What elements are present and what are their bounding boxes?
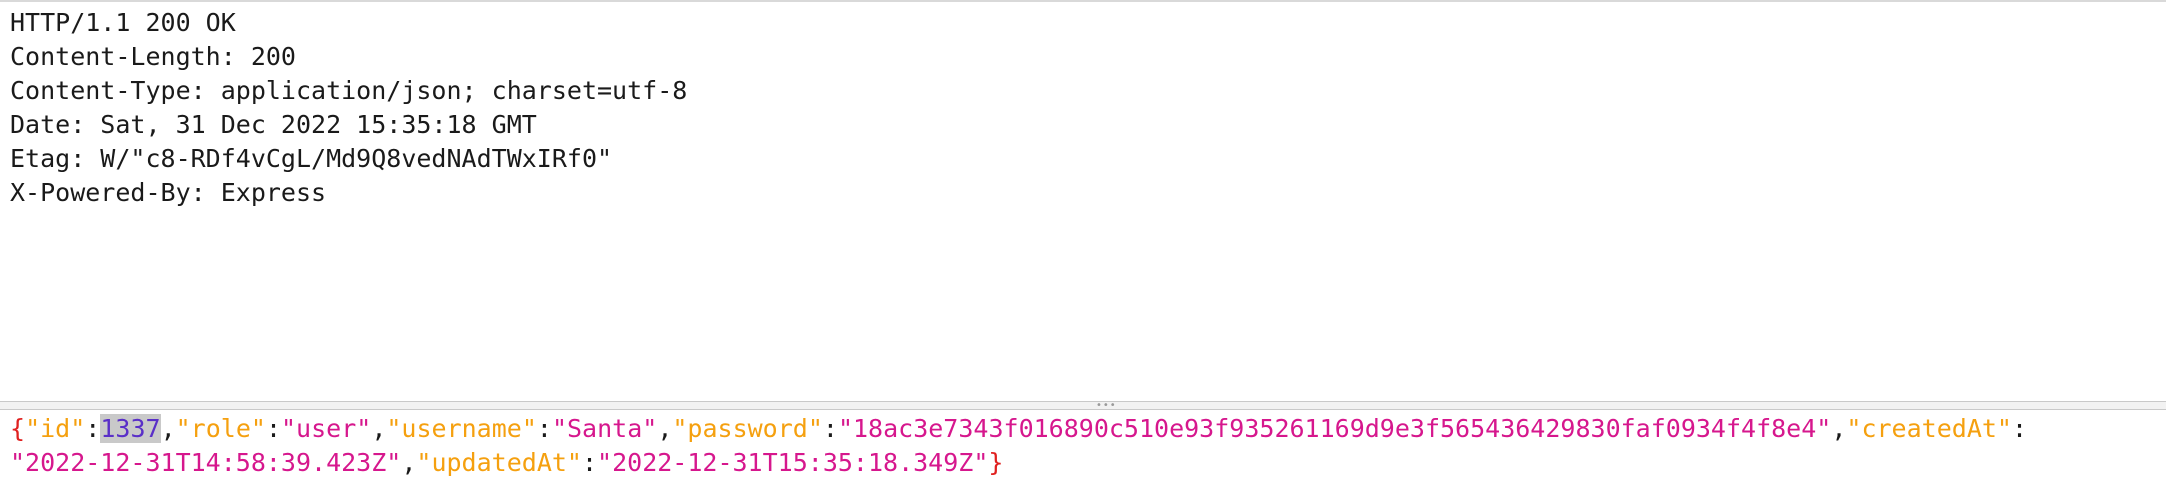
json-line-1: {"id":1337,"role":"user","username":"San… — [10, 412, 2027, 446]
json-value-updatedAt: "2022-12-31T15:35:18.349Z" — [597, 448, 989, 477]
json-value-password: "18ac3e7343f016890c510e93f935261169d9e3f… — [837, 414, 1832, 443]
json-comma: , — [1831, 414, 1847, 443]
pane-splitter[interactable]: ••• — [0, 401, 2166, 411]
json-close-brace: } — [988, 448, 1004, 477]
json-colon: : — [2011, 414, 2028, 443]
json-value-createdAt: "2022-12-31T14:58:39.423Z" — [10, 448, 402, 477]
json-colon: : — [581, 448, 598, 477]
json-colon: : — [536, 414, 552, 443]
response-headers-pane[interactable]: HTTP/1.1 200 OK Content-Length: 200 Cont… — [0, 0, 2166, 400]
json-line-2: "2022-12-31T14:58:39.423Z","updatedAt":"… — [10, 446, 1003, 480]
json-value-role: "user" — [281, 414, 372, 443]
response-body-pane[interactable]: {"id":1337,"role":"user","username":"San… — [0, 410, 2166, 504]
json-key-username: "username" — [386, 414, 537, 443]
json-key-role: "role" — [175, 414, 266, 443]
header-date: Date: Sat, 31 Dec 2022 15:35:18 GMT — [10, 110, 537, 139]
json-key-password: "password" — [672, 414, 823, 443]
json-colon: : — [85, 414, 101, 443]
grip-dots-icon[interactable]: ••• — [1096, 401, 1117, 411]
json-open-brace: { — [10, 414, 26, 443]
json-comma: , — [657, 414, 673, 443]
header-x-powered-by: X-Powered-By: Express — [10, 178, 327, 207]
json-key-updatedAt: "updatedAt" — [416, 448, 582, 477]
json-value-username: "Santa" — [551, 414, 658, 443]
json-comma: , — [160, 414, 176, 443]
json-key-id: "id" — [25, 414, 86, 443]
header-content-type: Content-Type: application/json; charset=… — [10, 76, 688, 105]
json-comma: , — [401, 448, 417, 477]
header-etag: Etag: W/"c8-RDf4vCgL/Md9Q8vedNAdTWxIRf0" — [10, 144, 613, 173]
json-comma: , — [371, 414, 387, 443]
json-value-id-selected[interactable]: 1337 — [100, 414, 161, 443]
json-key-createdAt: "createdAt" — [1846, 414, 2012, 443]
status-line: HTTP/1.1 200 OK — [10, 8, 236, 37]
json-colon: : — [265, 414, 281, 443]
json-colon: : — [822, 414, 838, 443]
header-content-length: Content-Length: 200 — [10, 42, 296, 71]
